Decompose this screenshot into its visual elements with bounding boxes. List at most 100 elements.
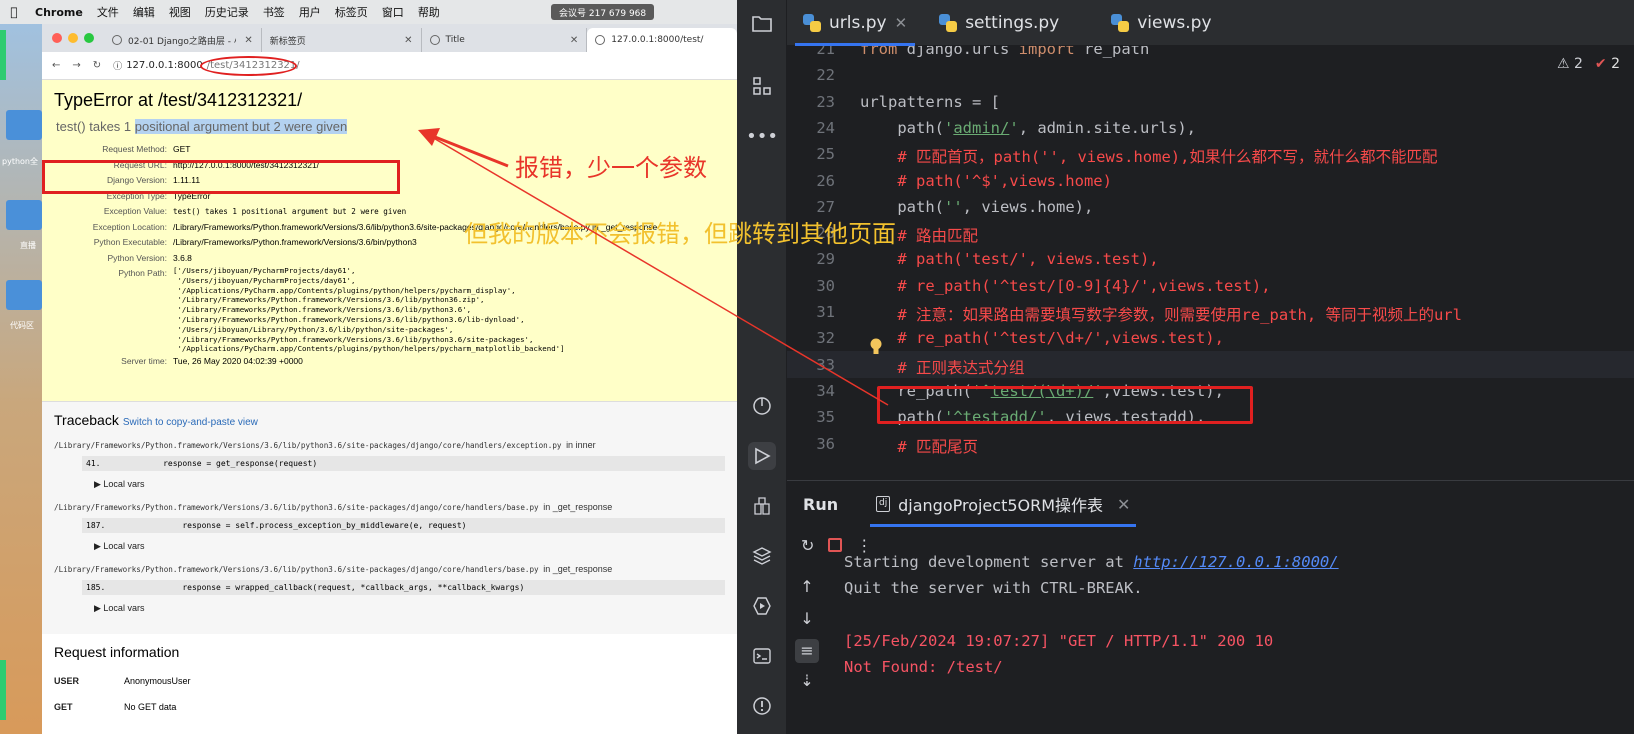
soft-wrap-icon[interactable]: ≡ <box>795 639 819 663</box>
line-number: 35 <box>816 408 835 427</box>
browser-tab-active[interactable]: 127.0.0.1:8000/test/ <box>587 28 737 52</box>
browser-tab[interactable]: 新标签页 ✕ <box>262 28 422 52</box>
reload-icon[interactable]: ↻ <box>93 60 101 71</box>
code-line[interactable]: # 正则表达式分组 <box>860 356 1024 378</box>
python-file-icon <box>939 13 958 32</box>
folder-icon[interactable] <box>6 280 42 310</box>
tab-views-py[interactable]: views.py <box>1095 0 1227 46</box>
console-line: Starting development server at http://12… <box>844 553 1339 571</box>
terminal-icon[interactable] <box>748 642 776 670</box>
run-console[interactable]: ↑ ↓ ≡ ⇣ Starting development server at h… <box>787 553 1634 734</box>
desktop-accent-strip <box>0 30 6 80</box>
menu-chrome[interactable]: Chrome <box>28 6 90 19</box>
code-line[interactable]: # 匹配尾页 <box>860 435 978 457</box>
local-vars-toggle[interactable]: ▶ Local vars <box>94 541 725 552</box>
scroll-up-icon[interactable]: ↑ <box>795 575 819 599</box>
address-bar[interactable]: ⓘ 127.0.0.1:8000/test/3412312321/ <box>113 56 300 76</box>
traceback-section: Traceback Switch to copy-and-paste view /… <box>42 402 737 634</box>
line-number: 26 <box>816 171 835 190</box>
scroll-to-end-icon[interactable]: ⇣ <box>795 669 819 693</box>
close-tab-icon[interactable]: ✕ <box>404 35 412 46</box>
browser-tab[interactable]: 02-01 Django之路由层 - 小猿 ✕ <box>104 28 262 52</box>
python-console-icon[interactable] <box>748 492 776 520</box>
console-line-error: [25/Feb/2024 19:07:27] "GET / HTTP/1.1" … <box>844 632 1274 650</box>
run-tool-window: Run dj djangoProject5ORM操作表 ✕ ↻ ⋮ ↑ ↓ ≡ … <box>787 480 1634 734</box>
code-line[interactable]: # path('^$',views.home) <box>860 172 1112 190</box>
zoom-window-button[interactable] <box>84 33 94 43</box>
menu-window[interactable]: 窗口 <box>375 4 411 20</box>
forward-icon[interactable]: → <box>72 60 80 71</box>
tab-title: 02-01 Django之路由层 - 小猿 <box>128 36 236 47</box>
desktop-label: 直播 <box>20 241 36 250</box>
minimize-window-button[interactable] <box>68 33 78 43</box>
code-line[interactable]: # re_path('^test/\d+/',views.test), <box>860 329 1224 347</box>
annotation-box-code <box>877 386 1253 424</box>
menu-file[interactable]: 文件 <box>90 4 126 20</box>
request-info-heading: Request information <box>54 644 180 660</box>
tab-title: Title <box>445 35 465 45</box>
globe-icon <box>595 35 606 45</box>
apple-icon[interactable]:  <box>0 5 28 19</box>
menu-bookmarks[interactable]: 书签 <box>256 4 292 20</box>
browser-tab[interactable]: Title ✕ <box>422 28 588 52</box>
chrome-window: 02-01 Django之路由层 - 小猿 ✕ 新标签页 ✕ Title ✕ 1… <box>42 24 737 734</box>
close-window-button[interactable] <box>52 33 62 43</box>
tab-settings-py[interactable]: settings.py <box>923 0 1075 46</box>
more-vertical-icon[interactable]: ⋮ <box>856 536 872 555</box>
run-config-tab[interactable]: dj djangoProject5ORM操作表 ✕ <box>864 481 1142 527</box>
close-tab-icon[interactable]: ✕ <box>244 35 252 46</box>
frame-code[interactable]: 187. response = self.process_exception_b… <box>82 518 725 533</box>
code-line[interactable]: urlpatterns = [ <box>860 93 1000 111</box>
python-packages-icon[interactable] <box>748 542 776 570</box>
close-tab-icon[interactable]: ✕ <box>1117 495 1130 514</box>
lightbulb-icon[interactable] <box>869 338 883 356</box>
menu-edit[interactable]: 编辑 <box>126 4 162 20</box>
error-message: test() takes 1 positional argument but 2… <box>54 117 349 136</box>
structure-icon[interactable] <box>748 72 776 100</box>
frame-code[interactable]: 185. response = wrapped_callback(request… <box>82 580 725 595</box>
close-tab-icon[interactable]: ✕ <box>895 14 908 32</box>
code-line[interactable]: from django.urls import re_path <box>860 46 1149 58</box>
code-line[interactable]: # re_path('^test/[0-9]{4}/',views.test), <box>860 277 1270 295</box>
scroll-down-icon[interactable]: ↓ <box>795 607 819 631</box>
run-title: Run <box>803 494 839 514</box>
python-path: ['/Users/jiboyuan/PycharmProjects/day61'… <box>173 266 565 354</box>
local-vars-toggle[interactable]: ▶ Local vars <box>94 479 725 490</box>
local-vars-toggle[interactable]: ▶ Local vars <box>94 603 725 614</box>
code-editor[interactable]: ⚠ 2 ✔ 2 21 from django.urls import re_pat… <box>787 46 1634 480</box>
more-icon[interactable]: ••• <box>746 122 778 150</box>
line-number: 30 <box>816 276 835 295</box>
console-line: Quit the server with CTRL-BREAK. <box>844 579 1143 597</box>
close-tab-icon[interactable]: ✕ <box>570 35 578 46</box>
project-folder-icon[interactable] <box>748 10 776 38</box>
tab-urls-py[interactable]: urls.py ✕ <box>787 0 923 46</box>
line-number: 31 <box>816 303 835 321</box>
annotation-red-text: 报错，少一个参数 <box>515 154 707 182</box>
rerun-icon[interactable]: ↻ <box>801 536 814 555</box>
folder-icon[interactable] <box>6 110 42 140</box>
line-number: 34 <box>816 381 835 400</box>
server-url-link[interactable]: http://127.0.0.1:8000/ <box>1133 553 1338 571</box>
frame-file: /Library/Frameworks/Python.framework/Ver… <box>54 440 596 450</box>
tab-title: 新标签页 <box>269 36 306 47</box>
menu-users[interactable]: 用户 <box>292 4 328 20</box>
menu-tabs[interactable]: 标签页 <box>328 4 375 20</box>
code-line[interactable]: # 匹配首页，path('', views.home),如果什么都不写，就什么都… <box>860 145 1437 167</box>
problems-icon[interactable] <box>748 692 776 720</box>
back-icon[interactable]: ← <box>52 60 60 71</box>
code-line[interactable]: path('admin/', admin.site.urls), <box>860 119 1196 137</box>
frame-code[interactable]: 41. response = get_response(request) <box>82 456 725 471</box>
menu-help[interactable]: 帮助 <box>411 4 447 20</box>
profiler-icon[interactable] <box>748 392 776 420</box>
inspection-widget[interactable]: ⚠ 2 ✔ 2 <box>1557 56 1620 72</box>
menu-view[interactable]: 视图 <box>162 4 198 20</box>
services-icon[interactable] <box>748 592 776 620</box>
code-line[interactable]: # 注意：如果路由需要填写数字参数，则需要使用re_path, 等同于视频上的u… <box>860 303 1462 325</box>
run-tool-icon[interactable] <box>748 442 776 470</box>
stop-icon[interactable] <box>828 538 843 552</box>
code-line[interactable]: # path('test/', views.test), <box>860 250 1158 268</box>
info-icon: ⓘ <box>113 62 123 72</box>
menu-history[interactable]: 历史记录 <box>198 4 256 20</box>
folder-icon[interactable] <box>6 200 42 230</box>
switch-view-link[interactable]: Switch to copy-and-paste view <box>123 417 258 428</box>
